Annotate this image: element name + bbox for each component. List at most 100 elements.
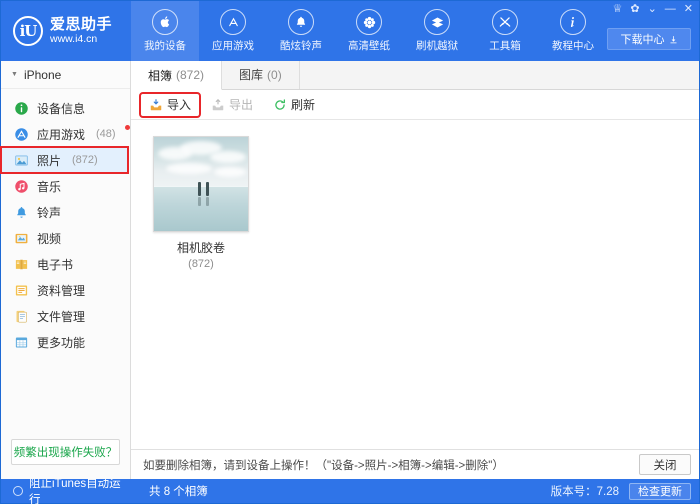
nav-label: 我的设备 — [144, 40, 186, 52]
nav-item-wallpapers[interactable]: 高清壁纸 — [335, 1, 403, 61]
check-update-label: 检查更新 — [638, 486, 682, 498]
device-header[interactable]: ▼ iPhone — [1, 61, 130, 89]
tab-label: 相簿 — [148, 68, 173, 83]
brand-logo-area: iU 爱思助手 www.i4.cn — [1, 1, 131, 61]
flash-icon — [424, 9, 450, 35]
download-center-button[interactable]: 下载中心 — [607, 28, 691, 50]
notice-close-button[interactable]: 关闭 — [639, 454, 691, 475]
export-label: 导出 — [229, 98, 254, 112]
download-center-label: 下载中心 — [620, 34, 665, 46]
main-nav: 我的设备 应用游戏 酷炫铃声 高清壁纸 刷机越狱 工具箱 教程中心 — [131, 1, 607, 61]
data-manage-icon — [13, 282, 29, 298]
nav-item-apps-games[interactable]: 应用游戏 — [199, 1, 267, 61]
settings-gear-icon[interactable]: ✿ — [630, 4, 639, 15]
notice-close-label: 关闭 — [653, 459, 677, 472]
tab-label: 图库 — [239, 68, 264, 82]
i4-logo-icon: iU — [13, 16, 43, 46]
operation-failure-help-button[interactable]: 频繁出现操作失败？ — [11, 439, 120, 465]
sidebar-item-music[interactable]: 音乐 — [1, 173, 130, 199]
file-manage-icon — [13, 308, 29, 324]
minimize-icon[interactable]: — — [665, 4, 676, 15]
notice-bar: 如要删除相簿，请到设备上操作！（"设备->照片->相簿->编辑->删除"） 关闭 — [131, 449, 699, 479]
ringtone-bell-icon — [13, 204, 29, 220]
sidebar-item-ringtones[interactable]: 铃声 — [1, 199, 130, 225]
sidebar-item-photos[interactable]: 照片 (872) — [0, 146, 129, 174]
import-button[interactable]: 导入 — [138, 91, 202, 118]
help-button-label: 频繁出现操作失败？ — [13, 447, 118, 459]
sidebar-item-label: 铃声 — [37, 205, 62, 220]
import-icon — [150, 98, 162, 110]
sidebar-item-videos[interactable]: 视频 — [1, 225, 130, 251]
sidebar-item-file-management[interactable]: 文件管理 — [1, 303, 130, 329]
appstore-icon — [220, 9, 246, 35]
chevron-down-icon[interactable]: ▼ — [11, 71, 18, 78]
skin-icon[interactable]: ♕ — [612, 4, 622, 15]
nav-label: 酷炫铃声 — [280, 40, 322, 52]
sidebar-item-more-features[interactable]: 更多功能 — [1, 329, 130, 355]
sidebar-item-data-management[interactable]: 资料管理 — [1, 277, 130, 303]
import-label: 导入 — [167, 98, 192, 112]
album-item[interactable]: 相机胶卷 (872) — [149, 136, 253, 270]
book-icon — [13, 256, 29, 272]
apple-icon — [152, 9, 178, 35]
close-icon[interactable]: ✕ — [684, 4, 693, 15]
sidebar-item-label: 文件管理 — [37, 309, 86, 324]
export-button: 导出 — [203, 94, 261, 116]
app-body: ▼ iPhone 设备信息 应用游戏 (48) 照片 (872) 音乐 铃声 视… — [0, 60, 699, 479]
photo-icon — [13, 152, 29, 168]
tools-icon — [492, 9, 518, 35]
brand-url: www.i4.cn — [50, 33, 98, 46]
check-update-button[interactable]: 检查更新 — [629, 482, 691, 500]
app-header: iU 爱思助手 www.i4.cn 我的设备 应用游戏 酷炫铃声 高清壁纸 刷机… — [1, 1, 699, 61]
nav-label: 教程中心 — [552, 40, 594, 52]
refresh-label: 刷新 — [291, 98, 316, 112]
album-summary: 共 8 个相簿 — [149, 486, 208, 498]
album-title: 相机胶卷 — [176, 241, 225, 255]
sidebar-item-label: 应用游戏 — [37, 127, 86, 142]
refresh-button[interactable]: 刷新 — [265, 94, 323, 116]
nav-item-tutorials[interactable]: 教程中心 — [539, 1, 607, 61]
album-thumbnail — [153, 136, 249, 232]
flower-icon — [356, 9, 382, 35]
window-controls: ♕ ✿ ⌄ — ✕ — [612, 4, 693, 15]
nav-item-toolbox[interactable]: 工具箱 — [471, 1, 539, 61]
album-grid: 相机胶卷 (872) — [131, 120, 699, 449]
sidebar-item-apps-games[interactable]: 应用游戏 (48) — [1, 121, 130, 147]
new-badge-dot — [124, 125, 130, 130]
itunes-toggle[interactable]: 阻止iTunes自动运行 — [1, 475, 131, 504]
notice-text: 如要删除相簿，请到设备上操作！（"设备->照片->相簿->编辑->删除"） — [143, 459, 504, 472]
nav-label: 高清壁纸 — [348, 40, 390, 52]
appstore-circle-icon — [13, 126, 29, 142]
sidebar-item-device-info[interactable]: 设备信息 — [1, 95, 130, 121]
sidebar-item-label: 照片 — [37, 153, 62, 168]
sidebar: ▼ iPhone 设备信息 应用游戏 (48) 照片 (872) 音乐 铃声 视… — [0, 61, 131, 479]
nav-item-flash-jailbreak[interactable]: 刷机越狱 — [403, 1, 471, 61]
sidebar-item-count: (48) — [96, 128, 116, 140]
info-circle-icon — [13, 100, 29, 116]
brand-name: 爱思助手 — [50, 15, 113, 33]
aisi-assistant-window: iU 爱思助手 www.i4.cn 我的设备 应用游戏 酷炫铃声 高清壁纸 刷机… — [0, 0, 700, 504]
sidebar-item-label: 电子书 — [37, 257, 74, 272]
itunes-toggle-label: 阻止iTunes自动运行 — [29, 478, 121, 504]
music-icon — [13, 178, 29, 194]
more-features-icon — [13, 334, 29, 350]
nav-label: 工具箱 — [489, 40, 521, 52]
menu-collapse-icon[interactable]: ⌄ — [648, 4, 657, 15]
sidebar-item-label: 资料管理 — [37, 283, 86, 298]
sidebar-item-label: 视频 — [37, 231, 62, 246]
album-count: (872) — [188, 258, 214, 270]
tab-albums[interactable]: 相簿 (872) — [131, 61, 223, 90]
nav-item-my-device[interactable]: 我的设备 — [131, 1, 199, 61]
tab-gallery[interactable]: 图库 (0) — [222, 60, 300, 89]
radio-circle-icon[interactable] — [13, 486, 23, 496]
export-icon — [212, 98, 224, 110]
device-name: iPhone — [23, 67, 62, 82]
refresh-icon — [275, 98, 286, 110]
bell-icon — [288, 9, 314, 35]
content-area: 相簿 (872) 图库 (0) 导入 导出 刷新 相机胶卷 (872) 如要删除… — [131, 60, 699, 479]
sidebar-item-ebooks[interactable]: 电子书 — [1, 251, 130, 277]
tab-count: (872) — [176, 68, 205, 82]
nav-item-ringtones[interactable]: 酷炫铃声 — [267, 1, 335, 61]
sidebar-item-label: 更多功能 — [37, 335, 86, 350]
nav-label: 应用游戏 — [212, 40, 254, 52]
